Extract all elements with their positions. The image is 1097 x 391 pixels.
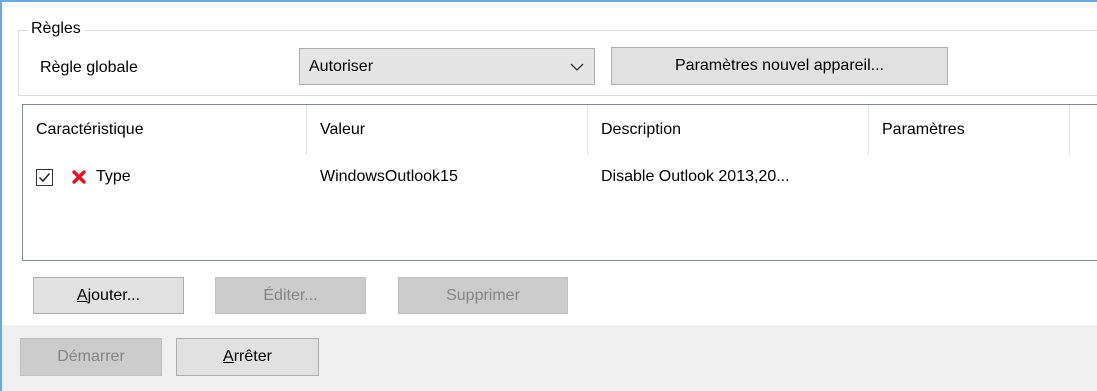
- row-checkbox[interactable]: [36, 169, 53, 186]
- cell-characteristic: Type: [96, 168, 131, 185]
- add-button[interactable]: Ajouter...: [33, 277, 184, 314]
- delete-button[interactable]: Supprimer: [398, 277, 568, 314]
- start-button[interactable]: Démarrer: [20, 338, 162, 376]
- table-row[interactable]: Type WindowsOutlook15 Disable Outlook 20…: [23, 163, 1097, 191]
- column-header-parameters[interactable]: Paramètres: [869, 105, 1069, 155]
- cell-description: Disable Outlook 2013,20...: [601, 168, 790, 185]
- red-x-icon: [72, 170, 86, 184]
- add-button-mnemonic: A: [76, 286, 88, 304]
- stop-button-label: rrêter: [233, 348, 272, 365]
- column-header-characteristic[interactable]: Caractéristique: [23, 105, 306, 155]
- column-header-value[interactable]: Valeur: [307, 105, 587, 155]
- rules-table[interactable]: Caractéristique Valeur Description Param…: [22, 104, 1097, 261]
- rules-groupbox-legend: Règles: [28, 19, 84, 39]
- global-rule-selected-value: Autoriser: [309, 58, 374, 75]
- global-rule-dropdown[interactable]: Autoriser: [299, 48, 595, 85]
- column-header-description[interactable]: Description: [588, 105, 868, 155]
- new-device-settings-button[interactable]: Paramètres nouvel appareil...: [611, 47, 948, 85]
- add-button-label: jouter...: [87, 286, 141, 304]
- chevron-down-icon: [570, 63, 584, 71]
- stop-button-mnemonic: A: [223, 348, 234, 365]
- stop-button[interactable]: Arrêter: [176, 338, 319, 376]
- cell-value: WindowsOutlook15: [320, 168, 458, 185]
- edit-button[interactable]: Éditer...: [215, 277, 366, 314]
- column-divider[interactable]: [1069, 105, 1070, 155]
- global-rule-label: Règle globale: [40, 59, 138, 76]
